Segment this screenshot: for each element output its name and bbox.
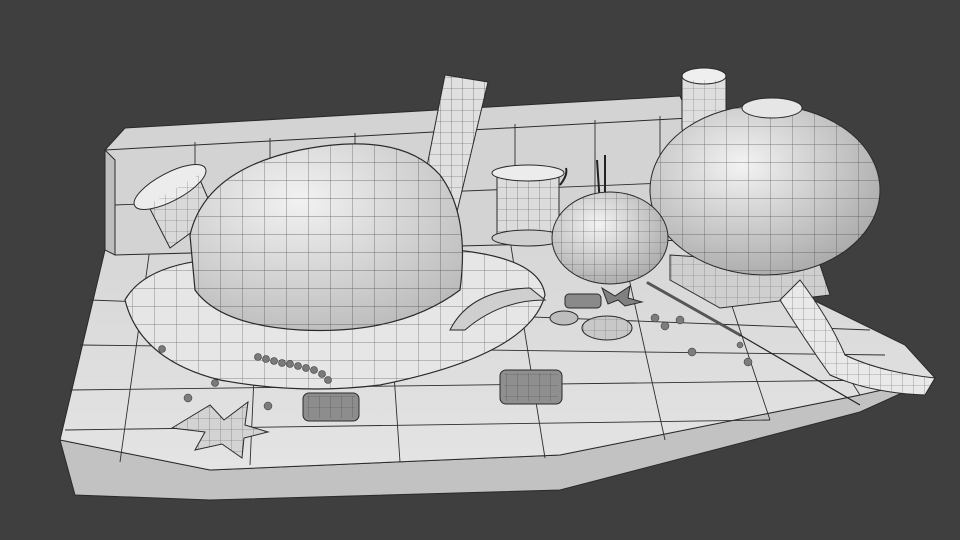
scene-render — [59, 67, 937, 501]
pincushion — [551, 191, 669, 285]
render-viewport — [0, 0, 960, 540]
